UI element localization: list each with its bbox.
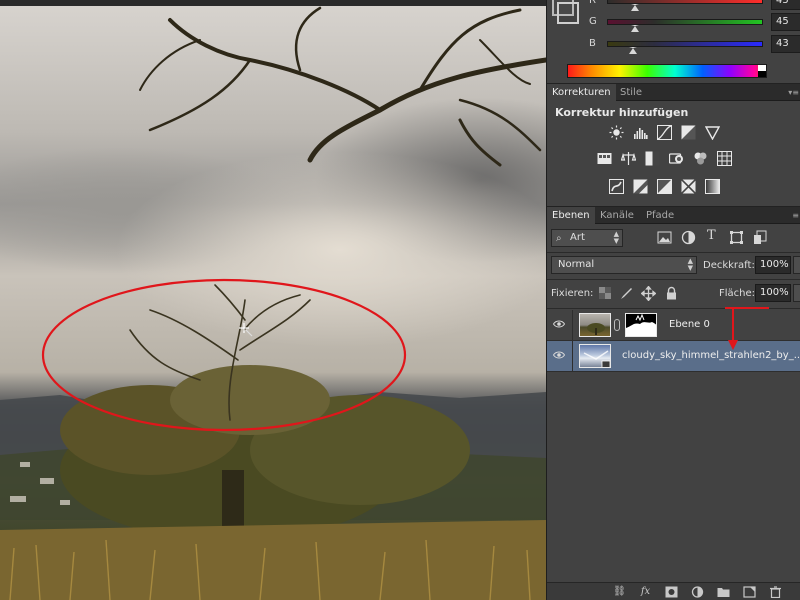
opacity-label: Deckkraft:	[703, 260, 755, 271]
filter-shape-icon[interactable]	[729, 230, 744, 245]
slider-thumb[interactable]	[629, 47, 637, 54]
tab-ebenen[interactable]: Ebenen	[547, 207, 595, 224]
corrections-tabbar: Korrekturen Stile ▾≡	[547, 84, 800, 101]
lock-position-icon[interactable]	[641, 286, 656, 301]
panel-menu-icon[interactable]: ▾≡	[788, 88, 799, 97]
layers-bottom-toolbar: ⛓ fx	[547, 582, 800, 600]
visibility-toggle[interactable]	[547, 310, 573, 341]
layers-panel-menu-icon[interactable]: ≡	[792, 211, 799, 220]
filter-type-icon[interactable]: T	[707, 228, 722, 243]
tab-pfade[interactable]: Pfade	[641, 207, 679, 224]
black-white-icon[interactable]	[645, 151, 660, 166]
channel-label: R	[589, 0, 596, 6]
visibility-toggle[interactable]	[547, 341, 573, 372]
slider-thumb[interactable]	[631, 4, 639, 11]
color-slider-g[interactable]: G 45	[587, 13, 800, 33]
layers-panel: ⌕ Art ▲ ▼ T Normal ▲ ▼ Deckkraft: 100% Fix…	[547, 224, 800, 600]
color-slider-r[interactable]: R 45	[587, 0, 800, 12]
gradient-map-icon[interactable]	[705, 179, 720, 194]
eye-icon[interactable]	[553, 351, 565, 359]
layer-name: Ebene 0	[669, 319, 710, 330]
invert-icon[interactable]	[609, 179, 624, 194]
separator	[547, 279, 800, 280]
layer-thumbnail[interactable]	[579, 344, 611, 368]
fill-dropdown-button[interactable]	[793, 284, 800, 302]
adjustment-layer-icon[interactable]	[691, 586, 704, 598]
fill-input[interactable]: 100%	[755, 284, 791, 302]
channel-label: G	[589, 16, 597, 27]
filter-pixel-icon[interactable]	[657, 230, 672, 245]
link-layers-icon[interactable]: ⛓	[613, 586, 626, 598]
corrections-icon-row-3	[547, 177, 800, 197]
channel-value-input[interactable]: 45	[771, 13, 800, 31]
photo-scene	[0, 6, 546, 600]
blend-mode-value: Normal	[558, 259, 595, 270]
posterize-icon[interactable]	[633, 179, 648, 194]
search-icon: ⌕	[556, 233, 562, 244]
opacity-input[interactable]: 100%	[755, 256, 791, 274]
filter-adjustment-icon[interactable]	[681, 230, 696, 245]
vibrance-icon[interactable]	[705, 125, 720, 140]
corrections-panel: Korrektur hinzufügen	[547, 101, 800, 207]
eye-icon[interactable]	[553, 320, 565, 328]
color-slider-b[interactable]: B 43	[587, 35, 800, 55]
trash-icon[interactable]	[769, 586, 782, 598]
color-lookup-icon[interactable]	[717, 151, 732, 166]
corrections-icon-row-1	[547, 123, 800, 143]
fx-icon[interactable]: fx	[639, 586, 652, 598]
annotation-arrow	[725, 307, 769, 350]
black-white-swatch[interactable]	[758, 65, 766, 77]
hue-saturation-icon[interactable]	[597, 151, 612, 166]
blend-mode-select[interactable]: Normal ▲ ▼	[551, 256, 697, 274]
opacity-dropdown-button[interactable]	[793, 256, 800, 274]
exposure-icon[interactable]	[681, 125, 696, 140]
updown-arrows-icon: ▲ ▼	[687, 257, 693, 272]
color-panel: R 45 G 45 B 43	[547, 0, 800, 84]
curves-icon[interactable]	[657, 125, 672, 140]
threshold-icon[interactable]	[657, 179, 672, 194]
layer-name: cloudy_sky_himmel_strahlen2_by_...	[622, 350, 800, 361]
updown-arrows-icon: ▲ ▼	[613, 230, 619, 245]
lock-label: Fixieren:	[551, 288, 594, 299]
channel-value-input[interactable]: 43	[771, 35, 800, 53]
filter-smart-object-icon[interactable]	[753, 230, 768, 245]
corrections-title: Korrektur hinzufügen	[555, 106, 689, 119]
separator	[547, 252, 800, 253]
tab-kanaele[interactable]: Kanäle	[595, 207, 639, 224]
channel-mixer-icon[interactable]	[693, 151, 708, 166]
mask-link-icon[interactable]	[614, 319, 620, 331]
layer-thumbnail[interactable]	[579, 313, 611, 337]
lock-image-pixels-icon[interactable]	[619, 286, 634, 301]
channel-label: B	[589, 38, 596, 49]
add-mask-icon[interactable]	[665, 586, 678, 598]
tab-stile[interactable]: Stile	[615, 84, 647, 101]
selective-color-icon[interactable]	[681, 179, 696, 194]
levels-icon[interactable]	[633, 125, 648, 140]
slider-thumb[interactable]	[631, 25, 639, 32]
lock-all-icon[interactable]	[664, 286, 679, 301]
lock-transparent-pixels-icon[interactable]	[599, 287, 611, 299]
document-canvas[interactable]	[0, 0, 546, 600]
layer-mask-thumbnail[interactable]	[625, 313, 657, 337]
color-spectrum-bar[interactable]	[567, 64, 767, 78]
new-layer-icon[interactable]	[743, 586, 756, 598]
group-folder-icon[interactable]	[717, 586, 730, 598]
layer-filter-select[interactable]: ⌕ Art ▲ ▼	[551, 229, 623, 247]
layers-tabbar: Ebenen Kanäle Pfade ≡	[547, 207, 800, 224]
filter-label: Art	[570, 232, 585, 243]
channel-value-input[interactable]: 45	[771, 0, 800, 10]
corrections-icon-row-2	[547, 149, 800, 169]
right-panel: R 45 G 45 B 43 Korrekturen Stile ▾≡ Korr…	[546, 0, 800, 600]
fill-label: Fläche:	[719, 288, 756, 299]
color-balance-icon[interactable]	[621, 151, 636, 166]
brightness-contrast-icon[interactable]	[609, 125, 624, 140]
photo-filter-icon[interactable]	[669, 151, 684, 166]
tab-korrekturen[interactable]: Korrekturen	[547, 84, 616, 101]
background-color-swatch[interactable]	[557, 2, 579, 24]
